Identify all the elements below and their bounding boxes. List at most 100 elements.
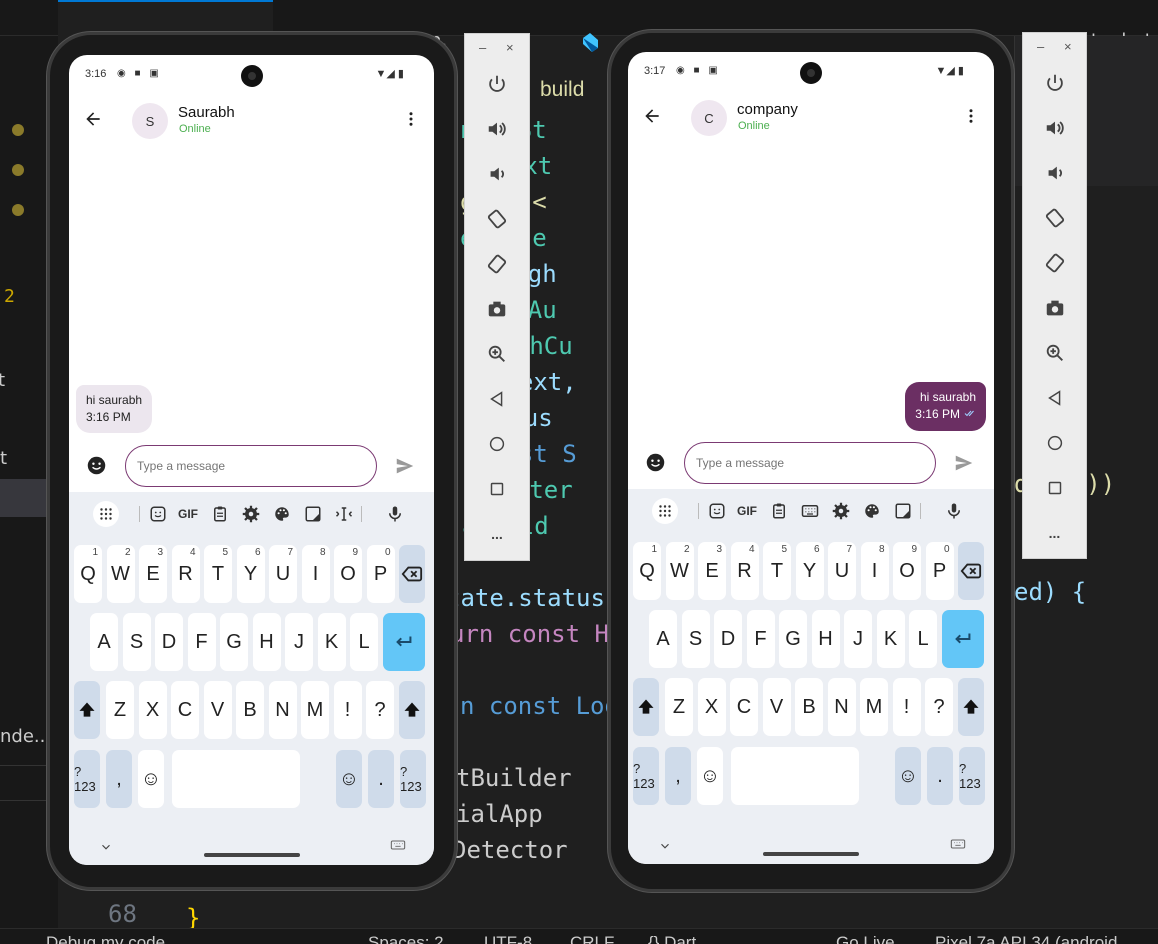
key-o[interactable]: 9O (334, 545, 362, 603)
key-f[interactable]: F (187, 613, 216, 671)
text-cursor-icon[interactable] (331, 501, 357, 527)
key-q[interactable]: 1Q (74, 545, 102, 603)
volume-up-icon[interactable] (1023, 112, 1086, 144)
avatar[interactable]: S (132, 103, 168, 139)
keyboard-layout-icon[interactable] (797, 498, 823, 524)
settings-gear-icon[interactable] (238, 501, 264, 527)
comma-key[interactable]: , (665, 747, 691, 805)
hide-keyboard-chevron-icon[interactable] (99, 839, 113, 858)
key-y[interactable]: 6Y (236, 545, 265, 603)
gesture-navigation-pill[interactable] (203, 853, 300, 857)
close-button[interactable]: × (1064, 39, 1072, 54)
key-m[interactable]: M (860, 678, 888, 736)
status-eol[interactable]: CRLF (570, 933, 614, 944)
key-g[interactable]: G (779, 610, 807, 668)
key-question[interactable]: ? (925, 678, 953, 736)
key-h[interactable]: H (252, 613, 281, 671)
key-p[interactable]: 0P (366, 545, 395, 603)
key-a[interactable]: A (649, 610, 677, 668)
space-key[interactable] (172, 750, 300, 808)
key-exclamation[interactable]: ! (892, 678, 921, 736)
home-circle-icon[interactable] (1023, 427, 1086, 459)
key-f[interactable]: F (746, 610, 775, 668)
avatar[interactable]: C (691, 100, 727, 136)
key-d[interactable]: D (714, 610, 742, 668)
key-u[interactable]: 7U (828, 542, 856, 600)
emoji-key-right[interactable]: ☺ (336, 750, 362, 808)
zoom-icon[interactable] (465, 338, 529, 370)
theme-palette-icon[interactable] (859, 498, 885, 524)
sidebar-text[interactable]: nde... (0, 726, 51, 747)
emoji-icon[interactable] (645, 452, 666, 477)
key-r[interactable]: 4R (171, 545, 200, 603)
breakpoint-dot[interactable] (12, 124, 24, 136)
key-i[interactable]: 8I (301, 545, 330, 603)
backspace-key[interactable] (958, 542, 984, 600)
breakpoint-dot[interactable] (12, 204, 24, 216)
minimize-button[interactable]: – (1037, 39, 1044, 54)
enter-key[interactable] (941, 610, 984, 668)
shift-key-right[interactable] (398, 681, 425, 739)
key-e[interactable]: 3E (139, 545, 167, 603)
key-b[interactable]: B (236, 681, 264, 739)
message-bubble-outgoing[interactable]: hi saurabh 3:16 PM (905, 382, 986, 431)
message-bubble-incoming[interactable]: hi saurabh 3:16 PM (76, 385, 153, 433)
shift-key-left[interactable] (633, 678, 659, 736)
back-arrow-icon[interactable] (83, 109, 103, 133)
key-s[interactable]: S (122, 613, 151, 671)
status-encoding[interactable]: UTF-8 (484, 933, 532, 944)
settings-gear-icon[interactable] (828, 498, 854, 524)
period-key[interactable]: . (927, 747, 953, 805)
key-h[interactable]: H (811, 610, 840, 668)
key-q[interactable]: 1Q (633, 542, 661, 600)
keyboard-switch-icon[interactable] (950, 836, 966, 856)
zoom-icon[interactable] (1023, 337, 1086, 369)
key-t[interactable]: 5T (763, 542, 791, 600)
emoji-key-right[interactable]: ☺ (895, 747, 921, 805)
gif-button[interactable]: GIF (734, 498, 760, 524)
editor-tab-active[interactable] (58, 0, 273, 36)
emoji-key[interactable]: ☺ (697, 747, 723, 805)
power-icon[interactable] (465, 68, 529, 100)
breakpoint-dot[interactable] (12, 164, 24, 176)
overflow-menu-icon[interactable] (402, 110, 420, 132)
apps-grid-icon[interactable] (652, 498, 678, 524)
emoji-icon[interactable] (86, 455, 107, 480)
back-triangle-icon[interactable] (1023, 382, 1086, 414)
symbols-key-right[interactable]: ?123 (400, 750, 426, 808)
status-spaces[interactable]: Spaces: 2 (368, 933, 444, 944)
key-l[interactable]: L (909, 610, 937, 668)
overflow-menu-icon[interactable] (962, 107, 980, 129)
key-n[interactable]: N (268, 681, 297, 739)
key-g[interactable]: G (220, 613, 248, 671)
volume-down-icon[interactable] (1023, 157, 1086, 189)
back-arrow-icon[interactable] (642, 106, 662, 130)
send-icon[interactable] (394, 455, 416, 481)
more-options-button[interactable]: ... (465, 518, 529, 550)
message-input[interactable] (125, 445, 377, 487)
key-j[interactable]: J (285, 613, 313, 671)
home-circle-icon[interactable] (465, 428, 529, 460)
sidebar-text[interactable]: t (0, 448, 7, 469)
key-question[interactable]: ? (366, 681, 394, 739)
resize-icon[interactable] (300, 501, 326, 527)
rotate-right-icon[interactable] (465, 248, 529, 280)
close-button[interactable]: × (506, 40, 514, 55)
camera-screenshot-icon[interactable] (465, 293, 529, 325)
more-options-button[interactable]: ... (1023, 517, 1086, 549)
key-l[interactable]: L (350, 613, 378, 671)
message-input[interactable] (684, 442, 936, 484)
key-a[interactable]: A (90, 613, 118, 671)
key-j[interactable]: J (844, 610, 872, 668)
key-e[interactable]: 3E (698, 542, 726, 600)
key-s[interactable]: S (681, 610, 710, 668)
key-exclamation[interactable]: ! (333, 681, 362, 739)
clipboard-icon[interactable] (766, 498, 792, 524)
status-language[interactable]: {} Dart (648, 933, 696, 944)
period-key[interactable]: . (368, 750, 394, 808)
rotate-right-icon[interactable] (1023, 247, 1086, 279)
key-x[interactable]: X (697, 678, 726, 736)
overview-square-icon[interactable] (465, 473, 529, 505)
keyboard-switch-icon[interactable] (390, 837, 406, 857)
power-icon[interactable] (1023, 67, 1086, 99)
